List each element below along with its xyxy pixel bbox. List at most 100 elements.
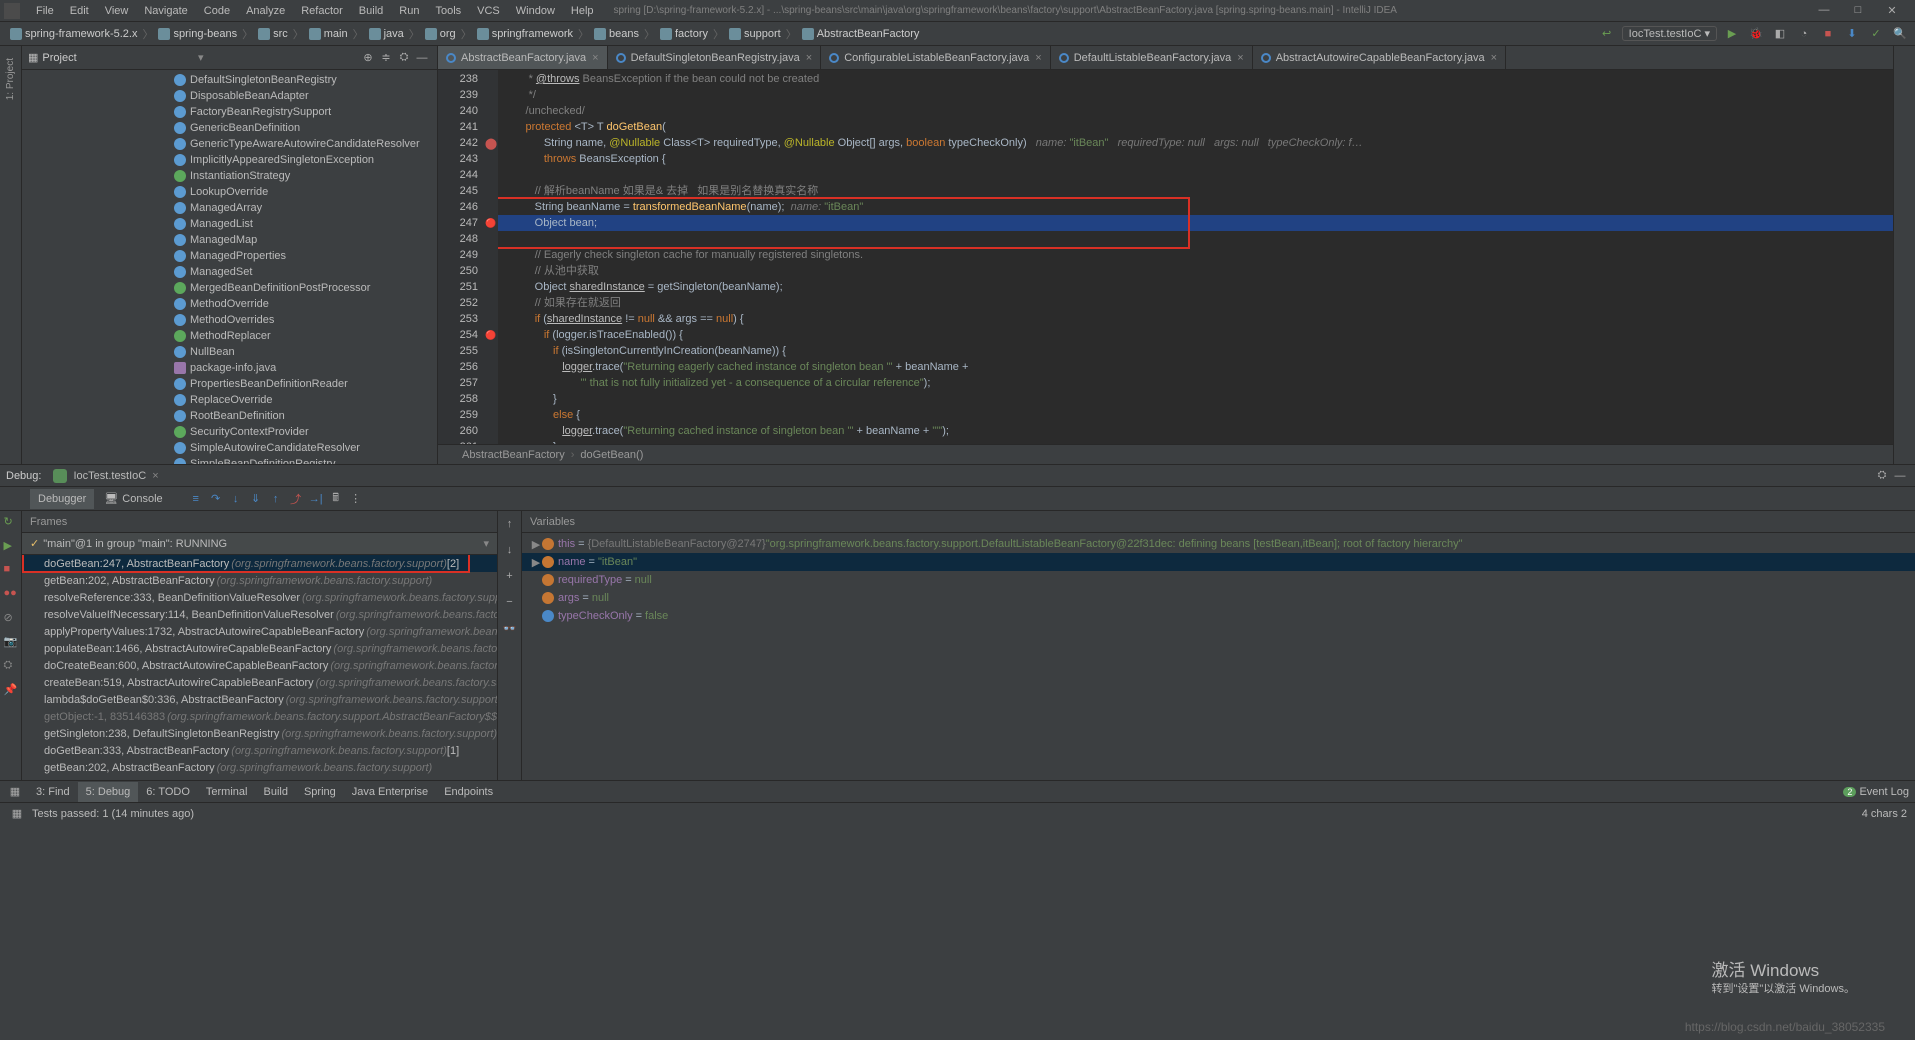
menu-build[interactable]: Build <box>351 5 391 17</box>
stack-frame[interactable]: doCreateBean:600, AbstractAutowireCapabl… <box>22 657 497 674</box>
run-config-selector[interactable]: IocTest.testIoC ▾ <box>1622 26 1717 41</box>
stack-frame[interactable]: getBean:202, AbstractBeanFactory (org.sp… <box>22 759 497 776</box>
editor-tab[interactable]: DefaultListableBeanFactory.java× <box>1051 46 1253 69</box>
event-log-button[interactable]: 2 Event Log <box>1843 786 1909 798</box>
code-line[interactable]: /unchecked/ <box>498 103 1893 119</box>
stack-frame[interactable]: resolveReference:333, BeanDefinitionValu… <box>22 589 497 606</box>
add-watch-icon[interactable]: + <box>501 567 519 585</box>
breadcrumb-item[interactable]: beans <box>590 28 643 40</box>
status-tab[interactable]: Terminal <box>198 782 256 802</box>
stack-frame[interactable]: doGetBean:247, AbstractBeanFactory (org.… <box>22 555 497 572</box>
breadcrumb-item[interactable]: AbstractBeanFactory <box>798 28 924 40</box>
menu-vcs[interactable]: VCS <box>469 5 508 17</box>
variable-row[interactable]: requiredType = null <box>522 571 1915 589</box>
rerun-icon[interactable]: ↻ <box>4 515 18 529</box>
code-line[interactable]: } <box>498 439 1893 444</box>
console-tab[interactable]: 🖥 Console <box>96 489 170 509</box>
profile-icon[interactable]: ◔ <box>1795 25 1813 43</box>
tree-item[interactable]: RootBeanDefinition <box>22 408 437 424</box>
breadcrumb-item[interactable]: factory <box>656 28 712 40</box>
stack-frame[interactable]: applyPropertyValues:1732, AbstractAutowi… <box>22 623 497 640</box>
coverage-icon[interactable]: ◧ <box>1771 25 1789 43</box>
tree-item[interactable]: MethodOverride <box>22 296 437 312</box>
code-line[interactable]: if (sharedInstance != null && args == nu… <box>498 311 1893 327</box>
collapse-icon[interactable]: ⛭ <box>395 49 413 67</box>
nav-down-icon[interactable]: ↓ <box>501 541 519 559</box>
status-tab[interactable]: Build <box>255 782 295 802</box>
status-tab[interactable]: 6: TODO <box>138 782 198 802</box>
stop-debug-icon[interactable]: ■ <box>4 563 18 577</box>
editor-tab[interactable]: AbstractBeanFactory.java× <box>438 46 608 69</box>
code-line[interactable]: Object bean; <box>498 215 1893 231</box>
settings-icon[interactable]: ⛭ <box>4 659 18 673</box>
run-to-cursor-icon[interactable]: →| <box>307 490 325 508</box>
mute-bp-icon[interactable]: ⊘ <box>4 611 18 625</box>
status-tab[interactable]: Java Enterprise <box>344 782 436 802</box>
tree-item[interactable]: ManagedList <box>22 216 437 232</box>
close-icon[interactable]: × <box>1237 52 1243 64</box>
breadcrumb-item[interactable]: support <box>725 28 785 40</box>
tree-item[interactable]: MethodReplacer <box>22 328 437 344</box>
tree-item[interactable]: MergedBeanDefinitionPostProcessor <box>22 280 437 296</box>
tree-item[interactable]: ManagedProperties <box>22 248 437 264</box>
thread-selector[interactable]: ✓ "main"@1 in group "main": RUNNING ▾ <box>22 533 497 555</box>
code-line[interactable]: throws BeansException { <box>498 151 1893 167</box>
breadcrumb-item[interactable]: main <box>305 28 352 40</box>
step-into-icon[interactable]: ↓ <box>227 490 245 508</box>
tree-item[interactable]: InstantiationStrategy <box>22 168 437 184</box>
code-line[interactable] <box>498 167 1893 183</box>
vcs-update-icon[interactable]: ⬇ <box>1843 25 1861 43</box>
tree-item[interactable]: package-info.java <box>22 360 437 376</box>
stack-frame[interactable]: getSingleton:238, DefaultSingletonBeanRe… <box>22 725 497 742</box>
menu-window[interactable]: Window <box>508 5 563 17</box>
tree-item[interactable]: LookupOverride <box>22 184 437 200</box>
expand-icon[interactable]: ≑ <box>377 49 395 67</box>
debugger-tab[interactable]: Debugger <box>30 489 94 509</box>
tree-item[interactable]: ManagedArray <box>22 200 437 216</box>
stack-frame[interactable]: lambda$doGetBean$0:336, AbstractBeanFact… <box>22 691 497 708</box>
code-line[interactable]: // Eagerly check singleton cache for man… <box>498 247 1893 263</box>
vcs-commit-icon[interactable]: ✓ <box>1867 25 1885 43</box>
close-icon[interactable]: × <box>1491 52 1497 64</box>
drop-frame-icon[interactable]: ⤴ <box>287 490 305 508</box>
menu-code[interactable]: Code <box>196 5 238 17</box>
stack-frame[interactable]: getObject:-1, 835146383 (org.springframe… <box>22 708 497 725</box>
close-button[interactable]: ✕ <box>1881 4 1903 17</box>
code-line[interactable]: String beanName = transformedBeanName(na… <box>498 199 1893 215</box>
breadcrumb-item[interactable]: java <box>365 28 408 40</box>
remove-watch-icon[interactable]: − <box>501 593 519 611</box>
menu-analyze[interactable]: Analyze <box>238 5 293 17</box>
stack-frame[interactable]: getBean:202, AbstractBeanFactory (org.sp… <box>22 572 497 589</box>
code-line[interactable]: // 从池中获取 <box>498 263 1893 279</box>
step-over-icon[interactable]: ↷ <box>207 490 225 508</box>
tree-item[interactable]: GenericTypeAwareAutowireCandidateResolve… <box>22 136 437 152</box>
close-icon[interactable]: × <box>806 52 812 64</box>
code-line[interactable]: * @throws BeansException if the bean cou… <box>498 71 1893 87</box>
status-icon[interactable]: ▦ <box>8 805 26 823</box>
code-line[interactable]: logger.trace("Returning cached instance … <box>498 423 1893 439</box>
stack-frame[interactable]: resolveValueIfNecessary:114, BeanDefinit… <box>22 606 497 623</box>
code-line[interactable]: if (logger.isTraceEnabled()) { <box>498 327 1893 343</box>
code-line[interactable]: "' that is not fully initialized yet - a… <box>498 375 1893 391</box>
code-line[interactable]: logger.trace("Returning eagerly cached i… <box>498 359 1893 375</box>
tool-window-icon[interactable]: ▦ <box>6 783 24 801</box>
variable-row[interactable]: args = null <box>522 589 1915 607</box>
breadcrumb-item[interactable]: org <box>421 28 460 40</box>
nav-up-icon[interactable]: ↑ <box>501 515 519 533</box>
tree-item[interactable]: GenericBeanDefinition <box>22 120 437 136</box>
tree-item[interactable]: ManagedSet <box>22 264 437 280</box>
variable-row[interactable]: typeCheckOnly = false <box>522 607 1915 625</box>
menu-edit[interactable]: Edit <box>62 5 97 17</box>
stack-frame[interactable]: preInstantiateSingletons:902, DefaultLis… <box>22 776 497 780</box>
status-tab[interactable]: 3: Find <box>28 782 78 802</box>
breakpoints-icon[interactable]: ●● <box>4 587 18 601</box>
trace-icon[interactable]: ⋮ <box>347 490 365 508</box>
back-icon[interactable]: ↩ <box>1598 25 1616 43</box>
select-opened-icon[interactable]: ⊕ <box>359 49 377 67</box>
tree-item[interactable]: FactoryBeanRegistrySupport <box>22 104 437 120</box>
stack-frame[interactable]: createBean:519, AbstractAutowireCapableB… <box>22 674 497 691</box>
close-icon[interactable]: × <box>1035 52 1041 64</box>
status-tab[interactable]: 5: Debug <box>78 782 139 802</box>
watches-icon[interactable]: 👓 <box>501 619 519 637</box>
variable-row[interactable]: ▶name = "itBean" <box>522 553 1915 571</box>
